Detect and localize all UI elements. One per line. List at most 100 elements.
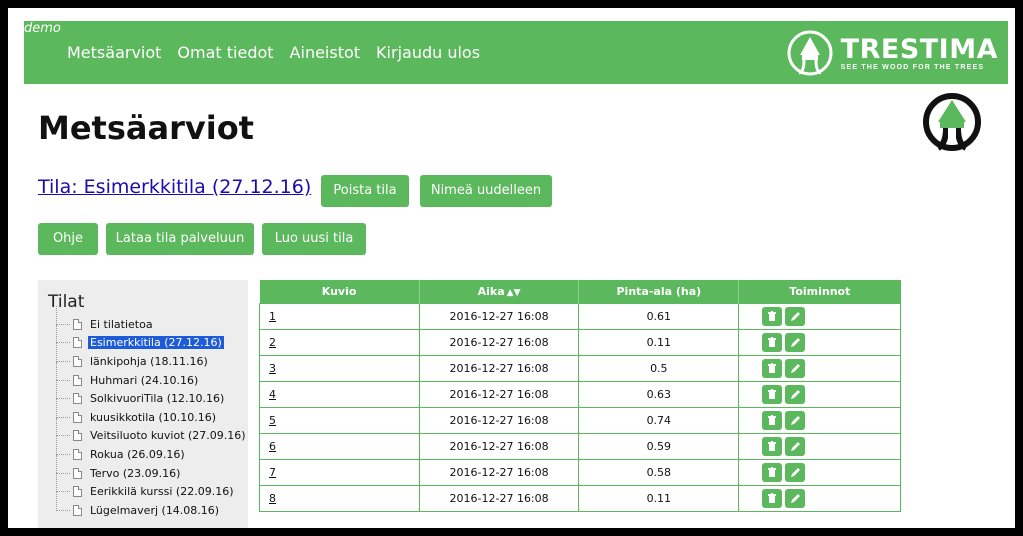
- cell-kuvio: 7: [259, 458, 420, 486]
- tree-item[interactable]: Huhmari (24.10.16): [56, 361, 248, 390]
- kuvio-table: Kuvio Aika ▲▼ Pinta-ala (ha) Toiminnot 1 2…: [259, 280, 901, 512]
- table-row: 3 2016-12-27 16:08 0.5: [259, 354, 901, 382]
- tree-connector: [56, 491, 70, 493]
- cell-kuvio: 1: [259, 302, 420, 330]
- kuvio-link[interactable]: 7: [269, 466, 276, 479]
- edit-button[interactable]: [785, 332, 806, 352]
- edit-button[interactable]: [785, 462, 806, 482]
- col-header-aika-label: Aika: [477, 284, 505, 298]
- tree-item-label: Rokua (26.09.16): [90, 447, 185, 461]
- tree-item[interactable]: SolkivuoriTila (12.10.16): [56, 380, 248, 408]
- download-tila-button[interactable]: Lataa tila palveluun: [106, 223, 254, 255]
- table-row: 1 2016-12-27 16:08 0.61: [259, 302, 901, 330]
- create-tila-button[interactable]: Luo uusi tila: [262, 223, 366, 255]
- tree-item-label: Eerikkilä kurssi (22.09.16): [90, 485, 234, 499]
- kuvio-link[interactable]: 5: [269, 414, 276, 427]
- cell-toiminnot: [738, 432, 901, 460]
- edit-button[interactable]: [785, 384, 806, 404]
- tree-item[interactable]: Ei tilatietoa: [56, 306, 248, 334]
- delete-button[interactable]: [762, 384, 783, 404]
- edit-button[interactable]: [785, 358, 806, 378]
- kuvio-link[interactable]: 2: [269, 336, 276, 349]
- kuvio-link[interactable]: 3: [269, 362, 276, 375]
- document-icon: [73, 393, 82, 405]
- tree-item-label: Huhmari (24.10.16): [90, 373, 199, 387]
- col-header-kuvio-label: Kuvio: [321, 284, 357, 298]
- tree-item[interactable]: kuusikkotila (10.10.16): [56, 399, 248, 427]
- col-header-pinta-ala-label: Pinta-ala (ha): [616, 284, 702, 298]
- tree-item[interactable]: länkipohja (18.11.16): [56, 343, 248, 371]
- tree-item-label: Esimerkkitila (27.12.16): [88, 336, 224, 350]
- delete-button[interactable]: [762, 436, 783, 456]
- tree-item[interactable]: Esimerkkitila (27.12.16): [56, 324, 248, 353]
- edit-button[interactable]: [785, 436, 806, 456]
- trash-icon: [768, 440, 777, 451]
- tree-item[interactable]: Lügelmaverj (14.08.16): [56, 492, 248, 520]
- pencil-icon: [790, 311, 800, 321]
- document-icon: [73, 504, 82, 516]
- trash-icon: [768, 388, 777, 399]
- cell-kuvio: 8: [259, 484, 420, 512]
- col-header-aika[interactable]: Aika ▲▼: [419, 280, 580, 303]
- tree-item[interactable]: Eerikkilä kurssi (22.09.16): [56, 473, 248, 501]
- help-button[interactable]: Ohje: [38, 223, 98, 255]
- kuvio-link[interactable]: 4: [269, 388, 276, 401]
- tree-item-label: kuusikkotila (10.10.16): [90, 410, 217, 424]
- tree-item[interactable]: Veitsiluoto kuviot (27.09.16): [56, 417, 248, 446]
- cell-toiminnot: [738, 302, 901, 330]
- pencil-icon: [790, 467, 800, 477]
- kuvio-table-container[interactable]: Kuvio Aika ▲▼ Pinta-ala (ha) Toiminnot 1 2…: [259, 280, 901, 528]
- delete-button[interactable]: [762, 332, 783, 352]
- edit-button[interactable]: [785, 410, 806, 430]
- delete-button[interactable]: [762, 358, 783, 378]
- edit-button[interactable]: [785, 306, 806, 326]
- delete-button[interactable]: [762, 410, 783, 430]
- demo-label: demo: [24, 21, 61, 36]
- tree-item-label: länkipohja (18.11.16): [90, 354, 208, 368]
- tila-link[interactable]: Tila: Esimerkkitila (27.12.16): [38, 176, 311, 198]
- cell-aika: 2016-12-27 16:08: [418, 406, 580, 434]
- tree-item[interactable]: Tervo (23.09.16): [56, 454, 248, 483]
- edit-button[interactable]: [785, 488, 806, 508]
- cell-toiminnot: [738, 458, 901, 486]
- trash-icon: [768, 336, 777, 347]
- col-header-toiminnot: Toiminnot: [738, 280, 901, 303]
- cell-toiminnot: [738, 380, 901, 408]
- trash-icon: [768, 362, 777, 373]
- document-icon: [73, 430, 82, 442]
- delete-button[interactable]: [762, 306, 783, 326]
- cell-aika: 2016-12-27 16:08: [418, 328, 580, 356]
- table-row: 7 2016-12-27 16:08 0.58: [259, 458, 901, 486]
- nav-kirjaudu-ulos[interactable]: Kirjaudu ulos: [376, 43, 480, 62]
- logo-tagline: SEE THE WOOD FOR THE TREES: [840, 63, 985, 71]
- cell-toiminnot: [738, 354, 901, 382]
- kuvio-link[interactable]: 8: [269, 492, 276, 505]
- col-header-pinta-ala[interactable]: Pinta-ala (ha): [578, 280, 740, 303]
- kuvio-link[interactable]: 6: [269, 440, 276, 453]
- cell-toiminnot: [738, 328, 901, 356]
- trestima-logo[interactable]: TRESTIMA SEE THE WOOD FOR THE TREES: [785, 25, 998, 81]
- sort-icon[interactable]: ▲▼: [507, 288, 521, 298]
- tree-item[interactable]: Rokua (26.09.16): [56, 436, 248, 464]
- rename-button[interactable]: Nimeä uudelleen: [420, 175, 552, 207]
- nav-omat-tiedot[interactable]: Omat tiedot: [177, 43, 273, 62]
- col-header-kuvio[interactable]: Kuvio: [259, 280, 420, 303]
- page-title: Metsäarviot: [38, 109, 254, 147]
- kuvio-link[interactable]: 1: [269, 310, 276, 323]
- table-row: 5 2016-12-27 16:08 0.74: [259, 406, 901, 434]
- document-icon: [73, 411, 82, 423]
- row-actions: [667, 488, 900, 508]
- trash-icon: [768, 492, 777, 503]
- delete-tila-button[interactable]: Poista tila: [321, 175, 409, 207]
- delete-button[interactable]: [762, 488, 783, 508]
- delete-button[interactable]: [762, 462, 783, 482]
- tila-tree: Ei tilatietoa Esimerkkitila (27.12.16) län…: [56, 306, 248, 520]
- pencil-icon: [790, 493, 800, 503]
- tree-connector: [56, 435, 70, 437]
- tree-item-label: Tervo (23.09.16): [90, 466, 181, 480]
- tree-connector: [56, 453, 70, 455]
- nav-metsaarviot[interactable]: Metsäarviot: [67, 43, 161, 62]
- nav-aineistot[interactable]: Aineistot: [290, 43, 361, 62]
- tree-item-label: Veitsiluoto kuviot (27.09.16): [90, 429, 246, 443]
- tree-item-label: SolkivuoriTila (12.10.16): [90, 392, 225, 406]
